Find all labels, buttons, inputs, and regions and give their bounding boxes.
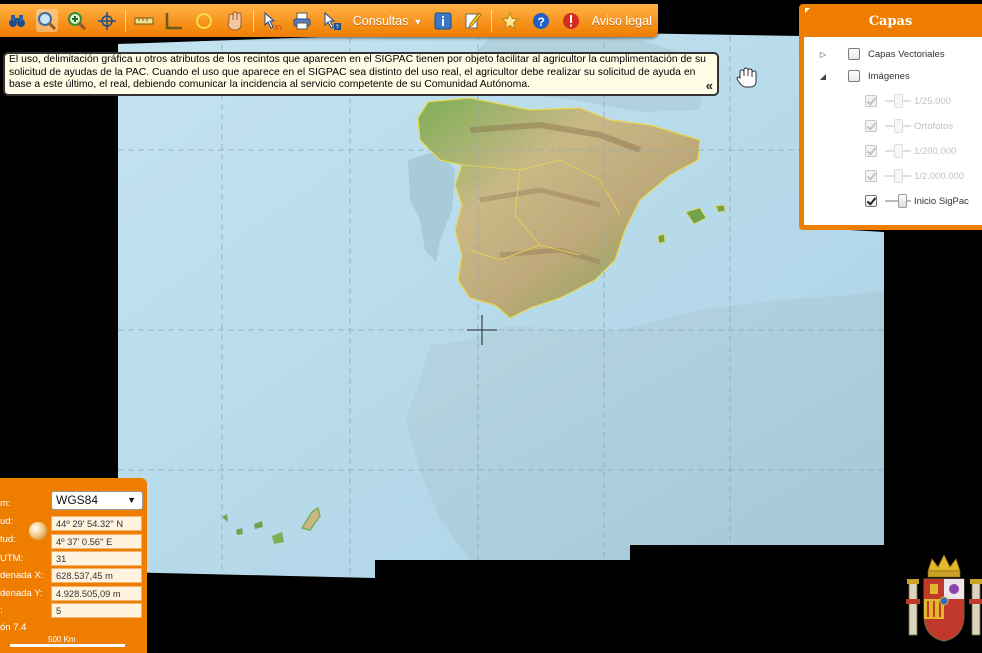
images-checkbox[interactable] bbox=[848, 70, 860, 82]
layer-item-ortofotos: Ortofotos bbox=[865, 117, 953, 135]
layer-group-images: ◢ Imágenes bbox=[818, 67, 910, 85]
layers-tree: ▷ Capas Vectoriales ◢ Imágenes 1/25.000 … bbox=[804, 37, 982, 225]
layer-label: 1/200.000 bbox=[914, 145, 957, 157]
layer-item-inicio-sigpac: Inicio SigPac bbox=[865, 192, 969, 210]
coat-of-arms-logo bbox=[906, 554, 982, 642]
layer-label: 1/25.000 bbox=[914, 95, 951, 107]
layer-item-1-2000000: 1/2.000.000 bbox=[865, 167, 964, 185]
info-icon[interactable] bbox=[432, 9, 454, 32]
aviso-legal-link[interactable]: Aviso legal bbox=[592, 14, 652, 28]
coordinates-panel: m: WGS84 ▼ ud: 44º 29' 54.32'' N tud: 4º… bbox=[0, 478, 147, 653]
disclaimer-text: El uso, delimitación gráfica u otros atr… bbox=[9, 54, 706, 91]
edit-map-icon[interactable] bbox=[462, 9, 484, 32]
vector-layers-label: Capas Vectoriales bbox=[868, 48, 945, 60]
layers-title: Capas bbox=[868, 14, 913, 29]
help-icon[interactable]: ? bbox=[529, 9, 551, 32]
layer-checkbox[interactable] bbox=[865, 170, 877, 182]
panel-toggle-icon[interactable] bbox=[805, 8, 810, 13]
layer-label: Ortofotos bbox=[914, 120, 954, 132]
scale-line bbox=[10, 644, 125, 647]
layer-item-1-200000: 1/200.000 bbox=[865, 142, 956, 160]
layer-checkbox[interactable] bbox=[865, 145, 877, 157]
binoculars-icon[interactable] bbox=[6, 9, 28, 32]
opacity-slider[interactable] bbox=[885, 118, 911, 134]
chevron-down-icon: ▼ bbox=[413, 16, 423, 27]
layer-checkbox[interactable] bbox=[865, 120, 877, 132]
print-icon[interactable] bbox=[291, 9, 313, 32]
toolbar-separator bbox=[125, 9, 127, 32]
zoom-in-icon[interactable] bbox=[66, 9, 88, 32]
toolbar-separator bbox=[252, 9, 254, 32]
projection-value: WGS84 bbox=[56, 493, 99, 507]
circle-tool-icon[interactable] bbox=[193, 9, 215, 32]
opacity-slider[interactable] bbox=[885, 93, 911, 109]
layer-group-vector: ▷ Capas Vectoriales bbox=[818, 45, 945, 63]
coordinate-y-label: denada Y: bbox=[0, 588, 43, 599]
scale-bar: 500 Km bbox=[10, 635, 125, 649]
svg-text:XY: XY bbox=[274, 25, 282, 31]
utm-zone-label: UTM: bbox=[0, 553, 24, 564]
layer-label: 1/2.000.000 bbox=[914, 170, 965, 182]
consultas-dropdown[interactable]: Consultas ▼ bbox=[353, 14, 423, 28]
opacity-slider[interactable] bbox=[885, 168, 911, 184]
pan-hand-icon[interactable] bbox=[224, 9, 246, 32]
coordinate-y-value: 4.928.505,09 m bbox=[51, 586, 142, 601]
projection-label: m: bbox=[0, 498, 11, 509]
scale-label: 500 Km bbox=[48, 635, 76, 644]
zoom-out-icon[interactable] bbox=[36, 9, 59, 32]
disclaimer-notice: El uso, delimitación gráfica u otros atr… bbox=[3, 52, 719, 96]
globe-icon[interactable] bbox=[29, 522, 47, 540]
toolbar-separator bbox=[491, 9, 493, 32]
images-label: Imágenes bbox=[868, 70, 910, 82]
main-toolbar: XY ? Consultas ▼ ? Aviso legal bbox=[0, 4, 658, 37]
layer-item-1-25000: 1/25.000 bbox=[865, 92, 951, 110]
layer-checkbox[interactable] bbox=[865, 95, 877, 107]
layer-checkbox[interactable] bbox=[865, 195, 877, 207]
collapse-notice-button[interactable]: « bbox=[706, 80, 713, 93]
layers-panel: Capas ▷ Capas Vectoriales ◢ Imágenes 1/2… bbox=[799, 4, 982, 230]
svg-text:?: ? bbox=[537, 15, 544, 29]
consultas-label: Consultas bbox=[352, 13, 409, 28]
level-value: 5 bbox=[51, 603, 142, 618]
xy-locate-icon[interactable]: XY bbox=[261, 9, 283, 32]
version-label: ón 7.4 bbox=[0, 622, 27, 633]
query-cursor-icon[interactable]: ? bbox=[321, 9, 343, 32]
projection-select[interactable]: WGS84 ▼ bbox=[51, 491, 143, 510]
longitude-value: 4º 37' 0.56'' E bbox=[51, 534, 142, 549]
opacity-slider[interactable] bbox=[885, 143, 911, 159]
vector-layers-checkbox[interactable] bbox=[848, 48, 860, 60]
opacity-slider[interactable] bbox=[885, 193, 911, 209]
utm-zone-value: 31 bbox=[51, 551, 142, 566]
coordinate-target-icon[interactable] bbox=[96, 9, 118, 32]
latitude-label: ud: bbox=[0, 516, 14, 527]
measure-distance-icon[interactable] bbox=[133, 9, 155, 32]
chevron-down-icon: ▼ bbox=[127, 495, 136, 505]
longitude-label: tud: bbox=[0, 534, 16, 545]
coordinate-x-label: denada X: bbox=[0, 570, 44, 581]
level-label: : bbox=[0, 605, 3, 616]
layer-label: Inicio SigPac bbox=[914, 195, 969, 207]
star-icon[interactable] bbox=[499, 9, 521, 32]
legal-notice-icon[interactable] bbox=[560, 9, 582, 32]
expand-triangle-icon[interactable]: ▷ bbox=[818, 50, 828, 59]
latitude-value: 44º 29' 54.32'' N bbox=[51, 516, 142, 531]
collapse-triangle-icon[interactable]: ◢ bbox=[818, 72, 828, 81]
coordinate-x-value: 628.537,45 m bbox=[51, 568, 142, 583]
measure-area-icon[interactable] bbox=[163, 9, 185, 32]
